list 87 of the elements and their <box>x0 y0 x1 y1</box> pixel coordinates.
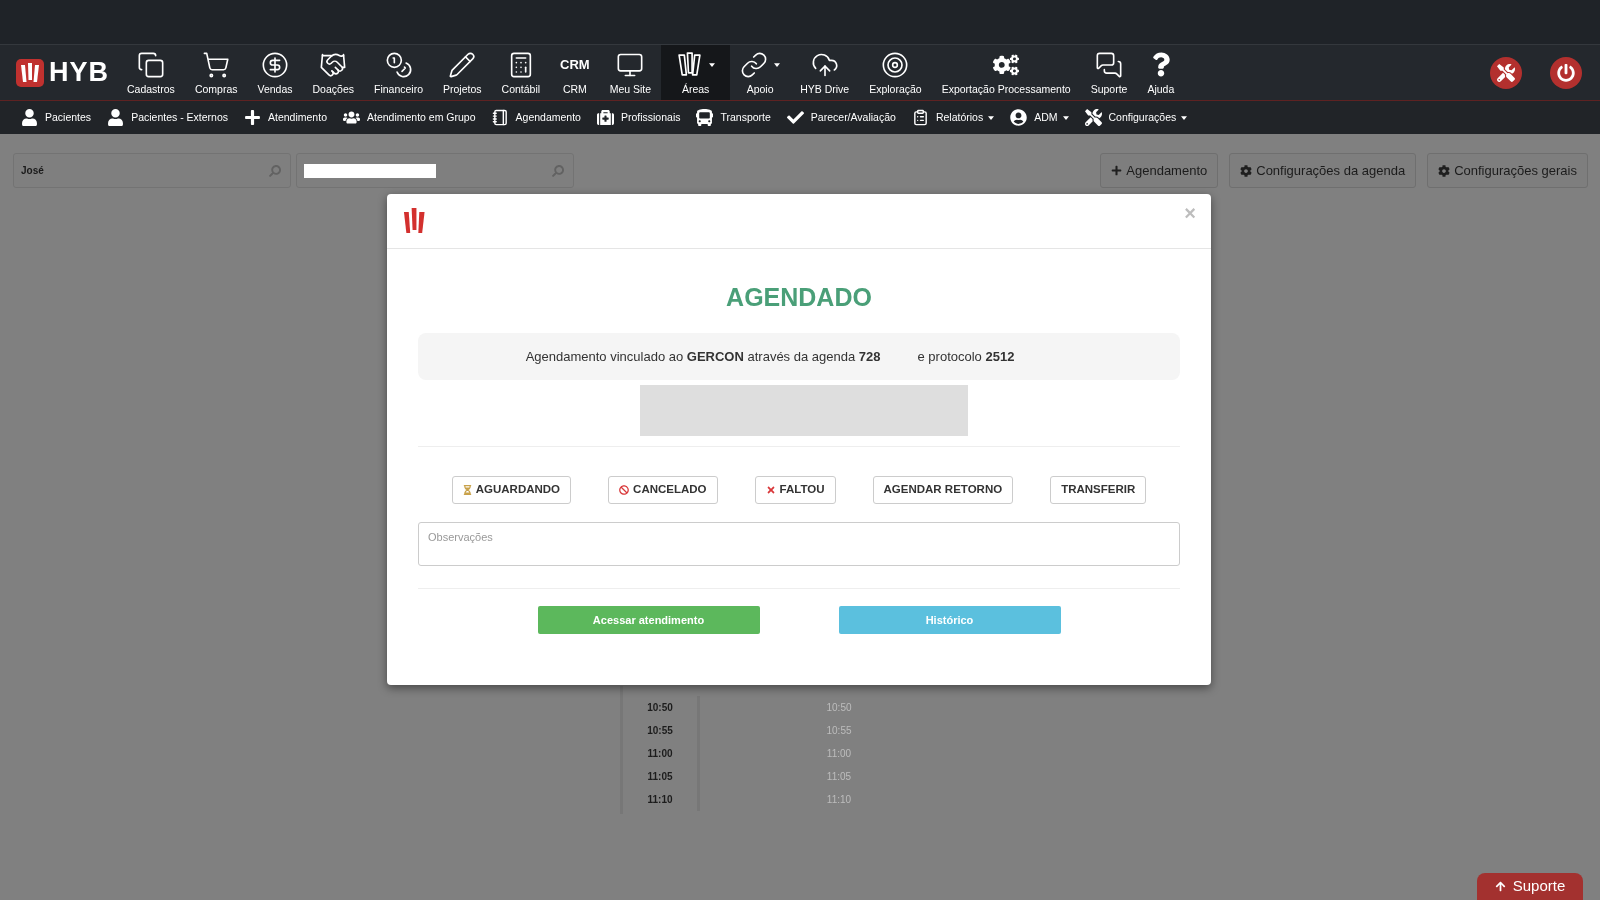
search-field[interactable]: José <box>13 153 291 188</box>
sub-nav-item[interactable]: Parecer/Avaliação <box>786 109 896 126</box>
slot-cell-text: 11:05 <box>825 770 853 784</box>
sub-nav-item[interactable]: ADM <box>1010 109 1069 126</box>
logo-icon <box>16 58 44 87</box>
handshake-icon <box>319 50 348 79</box>
tools-icon <box>1497 63 1515 82</box>
slot-cell-text: 11:00 <box>825 747 853 761</box>
nav-item[interactable]: Ajuda <box>1137 45 1185 100</box>
sub-nav-item[interactable]: Pacientes <box>21 109 92 126</box>
plus-icon <box>244 109 261 126</box>
slot-cell-text: 10:55 <box>825 724 853 738</box>
sub-nav-item[interactable]: Pacientes - Externos <box>107 109 228 126</box>
power-icon <box>1557 63 1575 82</box>
nav-item[interactable]: Exportação Processamento <box>931 45 1081 100</box>
sub-nav-item[interactable]: Atendimento em Grupo <box>343 109 476 126</box>
time-cell: 11:00 <box>623 742 700 765</box>
time-cell: 11:05 <box>623 765 700 788</box>
nav-item[interactable]: Compras <box>184 45 248 100</box>
sub-nav-item[interactable]: Relatórios <box>911 109 995 126</box>
medkit-icon <box>596 109 614 126</box>
people-icon <box>343 109 360 126</box>
nav-item[interactable]: Meu Site <box>599 45 662 100</box>
status-title: AGENDADO <box>726 282 872 312</box>
power-button[interactable] <box>1550 56 1582 89</box>
nav-item[interactable]: CRM CRM <box>550 45 600 100</box>
slot-cell-text: 11:10 <box>825 793 853 807</box>
status-button[interactable]: TRANSFERIR <box>1050 476 1147 504</box>
nav-item[interactable]: Cadastros <box>117 45 185 100</box>
plus-icon <box>1111 165 1123 176</box>
dollar-icon <box>261 50 289 79</box>
info-text: Agendamento vinculado ao GERCON através da agenda 728 e protocolo 2512 <box>525 347 1015 366</box>
nav-item[interactable]: Suporte <box>1080 45 1138 100</box>
nav-item[interactable]: Contábil <box>491 45 551 100</box>
pencil-icon <box>448 50 477 79</box>
bus-icon <box>696 109 714 126</box>
search-icon <box>552 164 564 177</box>
nav-item[interactable]: Apoio <box>730 45 791 100</box>
target-icon <box>881 50 910 79</box>
search-field[interactable] <box>296 153 574 188</box>
sub-nav-item[interactable]: Transporte <box>696 109 771 126</box>
sub-nav-item[interactable]: Profissionais <box>596 109 681 126</box>
sub-nav-item[interactable]: Agendamento <box>491 109 581 126</box>
time-cell: 10:55 <box>623 719 700 742</box>
arrow-up-icon <box>1494 881 1506 892</box>
nav-item[interactable]: Projetos <box>433 45 492 100</box>
check-icon <box>786 109 804 126</box>
chat-icon <box>1095 50 1124 79</box>
link-icon <box>740 50 769 79</box>
person-icon <box>21 109 38 126</box>
nav-item[interactable]: Doações <box>302 45 364 100</box>
toolbar-button[interactable]: Configurações gerais <box>1427 153 1588 188</box>
notebook-icon <box>491 109 509 126</box>
search-icon <box>269 164 281 177</box>
sub-nav-item[interactable]: Atendimento <box>244 109 327 126</box>
pages-icon <box>136 50 165 79</box>
status-button[interactable]: FALTOU <box>754 476 836 504</box>
status-button[interactable]: AGUARDANDO <box>451 476 572 504</box>
nav-item[interactable]: Financeiro <box>364 45 433 100</box>
support-button[interactable]: Suporte <box>1477 873 1583 900</box>
tools-button[interactable] <box>1490 56 1522 89</box>
settings-icon <box>1240 164 1253 177</box>
sub-nav-item[interactable]: Configurações <box>1084 109 1188 126</box>
clipboard-icon <box>911 109 929 126</box>
brand-name: HYB <box>49 59 109 86</box>
nav-item[interactable]: Vendas <box>247 45 303 100</box>
time-cell: 10:50 <box>623 696 700 719</box>
time-cell: 11:10 <box>623 788 700 811</box>
nav-item[interactable]: HYB Drive <box>790 45 860 100</box>
toolbar-button[interactable]: Configurações da agenda <box>1229 153 1417 188</box>
settings-icon <box>1438 164 1451 177</box>
tools-icon <box>1084 109 1102 126</box>
nav-item[interactable]: Exploração <box>859 45 932 100</box>
ban-icon <box>619 485 630 495</box>
slot-cell-text: 10:50 <box>825 701 853 715</box>
coins-icon <box>384 50 413 79</box>
nav-item[interactable]: Áreas <box>661 45 731 100</box>
status-button[interactable]: AGENDAR RETORNO <box>872 476 1014 504</box>
question-icon <box>1151 51 1170 79</box>
toolbar-button[interactable]: Agendamento <box>1100 153 1219 188</box>
cart-icon <box>202 50 231 79</box>
logo-icon <box>403 207 426 234</box>
bars-icon <box>676 51 704 79</box>
status-button[interactable]: CANCELADO <box>608 476 718 504</box>
person-icon <box>107 109 125 126</box>
hourglass-icon <box>462 485 472 495</box>
cross-icon <box>765 485 776 495</box>
